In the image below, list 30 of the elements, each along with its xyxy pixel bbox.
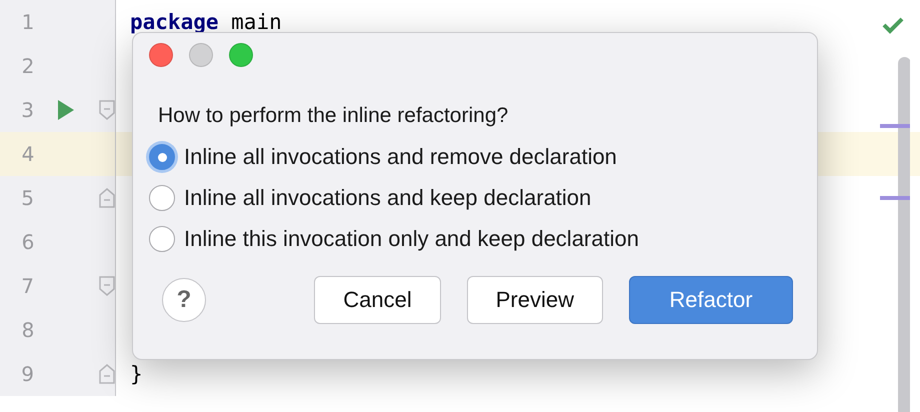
radio-button[interactable] <box>149 185 175 211</box>
line-number: 9 <box>20 362 35 386</box>
window-control-button[interactable] <box>189 43 213 67</box>
line-number: 5 <box>20 186 35 210</box>
help-button[interactable]: ? <box>162 278 206 322</box>
line-number: 8 <box>20 318 36 342</box>
line-number: 7 <box>20 274 35 298</box>
dialog-button[interactable]: Cancel <box>314 276 441 324</box>
line-number: 3 <box>20 98 35 122</box>
line-number: 1 <box>20 10 36 34</box>
fold-marker-icon[interactable] <box>99 100 115 120</box>
fold-marker-icon[interactable] <box>99 188 115 208</box>
option-label[interactable]: Inline all invocations and keep declaration <box>184 185 592 211</box>
refactor-button[interactable]: Refactor <box>629 276 793 324</box>
dialog-button[interactable]: Preview <box>466 276 603 324</box>
run-icon[interactable] <box>58 100 74 120</box>
line-number: 4 <box>20 142 36 166</box>
fold-marker-icon[interactable] <box>99 276 115 296</box>
radio-button[interactable] <box>149 226 175 252</box>
fold-marker-icon[interactable] <box>99 364 115 384</box>
option-label[interactable]: Inline all invocations and remove declaration <box>184 144 617 170</box>
window-control-button[interactable] <box>149 43 173 67</box>
code-line: } <box>130 362 143 386</box>
line-number: 2 <box>20 54 36 78</box>
line-number: 6 <box>20 230 36 254</box>
radio-button[interactable] <box>149 144 175 170</box>
window-control-button[interactable] <box>229 43 253 67</box>
dialog-question: How to perform the inline refactoring? <box>158 104 510 128</box>
code-line: package main <box>130 10 282 34</box>
option-label[interactable]: Inline this invocation only and keep declaration <box>184 226 639 252</box>
